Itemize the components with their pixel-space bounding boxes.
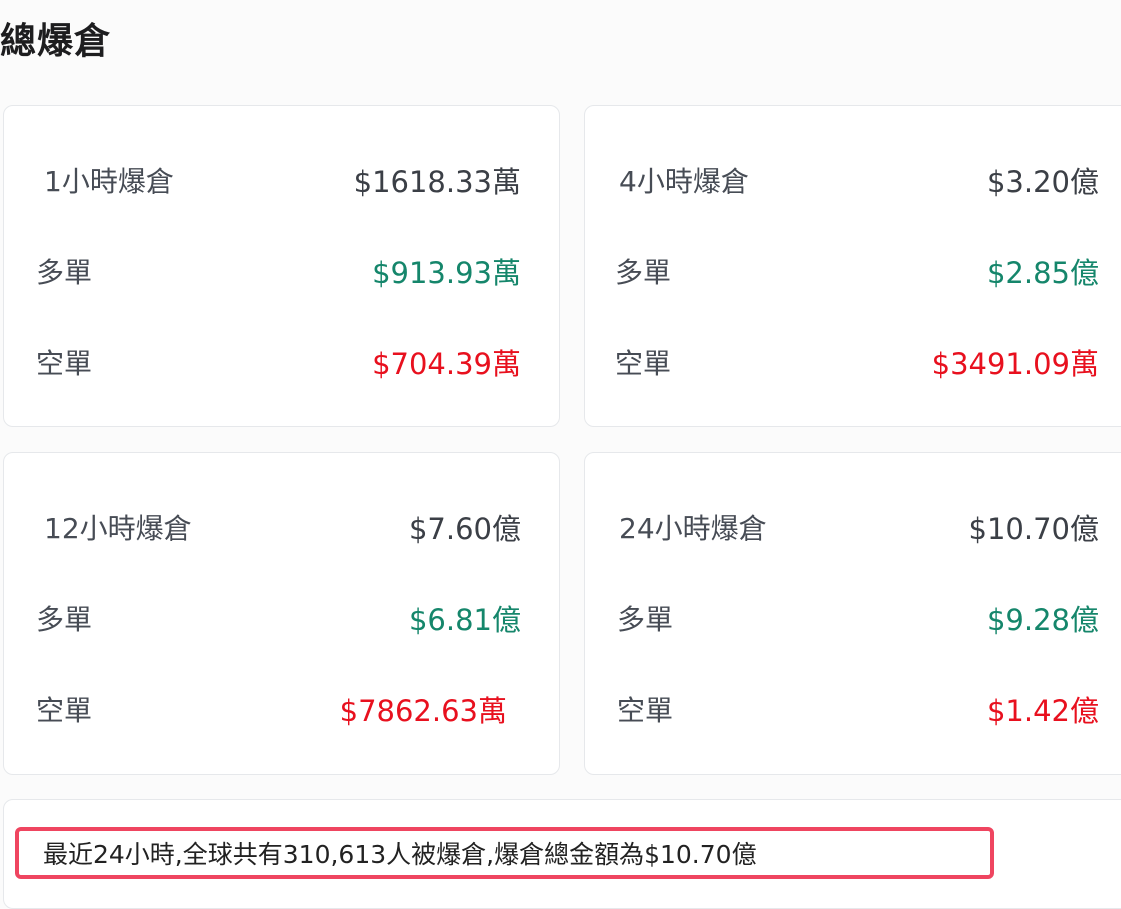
long-value: $2.85億 [986,256,1099,290]
liquidation-card-4h: 4小時爆倉 $3.20億 多單 $2.85億 空單 $3491.09萬 [584,105,1121,427]
summary-text: 最近24小時,全球共有310,613人被爆倉,爆倉總金額為$10.70億 [43,840,757,869]
long-row: 多單 $9.28億 [585,600,1121,640]
liquidation-card-1h: 1小時爆倉 $1618.33萬 多單 $913.93萬 空單 $704.39萬 [3,105,560,427]
short-value: $1.42億 [986,694,1099,728]
total-row: 4小時爆倉 $3.20億 [585,162,1121,202]
period-label: 24小時爆倉 [619,512,767,545]
total-value: $10.70億 [968,512,1099,546]
long-value: $9.28億 [986,603,1099,637]
short-row: 空單 $1.42億 [585,691,1121,731]
liquidation-card-24h: 24小時爆倉 $10.70億 多單 $9.28億 空單 $1.42億 [584,452,1121,775]
page-title: 總爆倉 [0,21,112,62]
summary-highlight-box: 最近24小時,全球共有310,613人被爆倉,爆倉總金額為$10.70億 [15,827,994,879]
short-label: 空單 [36,347,93,380]
short-row: 空單 $704.39萬 [4,344,559,384]
total-row: 12小時爆倉 $7.60億 [4,509,559,549]
long-label: 多單 [36,256,93,289]
long-value: $6.81億 [408,603,521,637]
total-value: $3.20億 [986,165,1099,199]
long-row: 多單 $6.81億 [4,600,559,640]
short-label: 空單 [615,347,672,380]
long-row: 多單 $913.93萬 [4,253,559,293]
short-value: $704.39萬 [372,347,521,381]
long-row: 多單 $2.85億 [585,253,1121,293]
period-label: 12小時爆倉 [44,512,192,545]
period-label: 1小時爆倉 [44,165,174,198]
long-label: 多單 [615,256,672,289]
total-row: 24小時爆倉 $10.70億 [585,509,1121,549]
short-label: 空單 [36,694,93,727]
short-value: $7862.63萬 [339,694,507,728]
short-row: 空單 $7862.63萬 [4,691,559,731]
liquidation-card-12h: 12小時爆倉 $7.60億 多單 $6.81億 空單 $7862.63萬 [3,452,560,775]
period-label: 4小時爆倉 [619,165,749,198]
summary-card: 最近24小時,全球共有310,613人被爆倉,爆倉總金額為$10.70億 [3,799,1121,909]
short-row: 空單 $3491.09萬 [585,344,1121,384]
long-label: 多單 [617,603,674,636]
short-value: $3491.09萬 [931,347,1099,381]
long-value: $913.93萬 [372,256,521,290]
total-value: $1618.33萬 [353,165,521,199]
total-value: $7.60億 [408,512,521,546]
short-label: 空單 [617,694,674,727]
long-label: 多單 [36,603,93,636]
total-row: 1小時爆倉 $1618.33萬 [4,162,559,202]
